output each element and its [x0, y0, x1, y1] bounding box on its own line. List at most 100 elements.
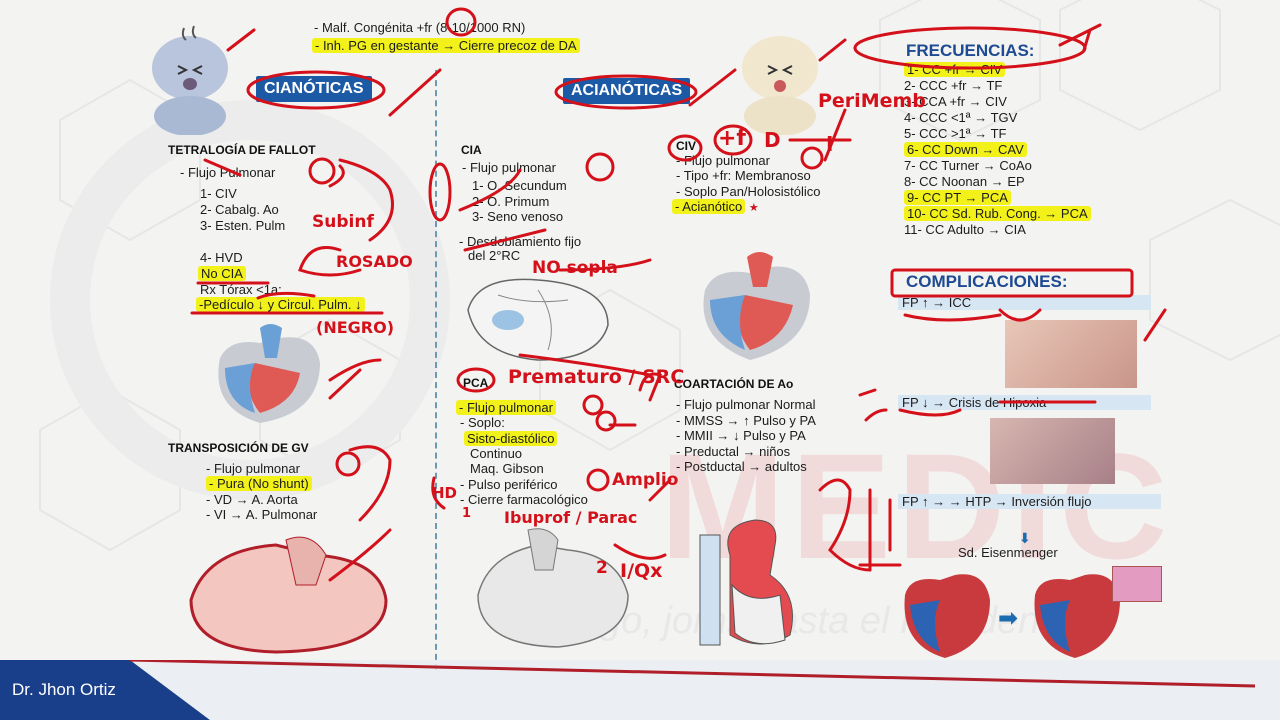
ink-one: 1	[462, 506, 472, 521]
pca-sisto-text: Sisto-diastólico	[464, 431, 558, 446]
top-line-2-text: - Inh. PG en gestante → Cierre precoz de…	[312, 38, 580, 53]
tf-pediculo: -Pedículo ↓ y Circul. Pulm. ↓	[196, 297, 365, 312]
tgv-vd: - VD → A. Aorta	[206, 492, 298, 507]
tf-item-2: 2- Cabalg. Ao	[200, 202, 279, 217]
top-line-1: - Malf. Congénita +fr (8-10/1000 RN)	[314, 20, 526, 35]
star-icon: ★	[748, 201, 759, 214]
freq-item-text: 11- CC Adulto → CIA	[904, 222, 1026, 237]
cia-o2: 2- O. Primum	[472, 194, 550, 209]
eisenmenger-heart-1	[904, 574, 990, 658]
freq-title: FRECUENCIAS:	[906, 41, 1035, 60]
tf-item-3: 3- Esten. Pulm	[200, 218, 286, 233]
ink-prematuro: Prematuro / SRC	[508, 366, 685, 388]
ink-amplio: Amplio	[612, 470, 679, 490]
cyanotic-baby-icon	[152, 25, 228, 135]
tgv-pura: - Pura (No shunt)	[206, 476, 312, 491]
tgv-pura-text: - Pura (No shunt)	[206, 476, 312, 491]
tf-pediculo-text: -Pedículo ↓ y Circul. Pulm. ↓	[196, 297, 365, 312]
coart-flujo: - Flujo pulmonar Normal	[676, 397, 815, 412]
ink-rosado: ROSADO	[336, 252, 413, 271]
tgv-title: TRANSPOSICIÓN DE GV	[168, 441, 309, 455]
freq-item: 7- CC Turner → CoAo	[904, 158, 1091, 174]
freq-item: 11- CC Adulto → CIA	[904, 222, 1091, 238]
heart-pca-sketch	[477, 528, 629, 648]
freq-item: 5- CCC >1ª → TF	[904, 126, 1091, 142]
civ-flujo: - Flujo pulmonar	[676, 153, 770, 168]
ink-iqx: I/Qx	[620, 560, 663, 582]
civ-title: CIV	[676, 139, 697, 153]
cia-title: CIA	[461, 143, 482, 157]
freq-item: 4- CCC <1ª → TGV	[904, 110, 1091, 126]
ink-pf: +f	[718, 126, 747, 151]
ink-d: D	[764, 128, 781, 152]
pca-cierre: - Cierre farmacológico	[460, 492, 588, 507]
ink-i: I	[826, 132, 834, 156]
coart-mmii: - MMII → ↓ Pulso y PA	[676, 428, 806, 443]
tgv-flujo: - Flujo pulmonar	[206, 461, 300, 476]
tf-nocia: No CIA	[198, 266, 246, 281]
pca-gibson: Maq. Gibson	[470, 461, 544, 476]
freq-item-text: 8- CC Noonan → EP	[904, 174, 1025, 189]
coart-postductal: - Postductal → adultos	[676, 459, 807, 474]
freq-item-text: 10- CC Sd. Rub. Cong. → PCA	[904, 206, 1091, 221]
histology-thumbnail	[1112, 566, 1162, 602]
eisenmenger-heart-2	[1034, 574, 1120, 658]
freq-item: 3- CCA +fr → CIV	[904, 94, 1091, 110]
tf-title: TETRALOGÍA DE FALLOT	[168, 143, 316, 157]
tgv-vi: - VI → A. Pulmonar	[206, 507, 318, 522]
cia-flujo: - Flujo pulmonar	[462, 160, 556, 175]
comp-fp1: FP ↑ → ICC	[898, 295, 1151, 310]
heart-tf-illustration	[218, 324, 320, 423]
civ-acian-text: - Acianótico	[672, 199, 746, 214]
comp-fp2: FP ↓ → Crisis de Hipoxia	[898, 395, 1151, 410]
ink-nosopla: NO sopla	[532, 258, 618, 278]
coart-flujo-label: - Flujo pulmonar	[676, 397, 770, 412]
coart-flujo-value: Normal	[773, 397, 816, 412]
coart-preductal: - Preductal → niños	[676, 444, 791, 459]
pca-sisto: Sisto-diastólico	[464, 431, 558, 446]
freq-item: 2- CCC +fr → TF	[904, 78, 1091, 94]
tf-item-1: 1- CIV	[200, 186, 237, 201]
top-line-2: - Inh. PG en gestante → Cierre precoz de…	[312, 38, 580, 53]
comp-fp3: FP ↑ → → HTP → Inversión flujo	[898, 494, 1161, 509]
tf-nocia-text: No CIA	[198, 266, 246, 281]
pca-title: PCA	[463, 376, 489, 390]
heart-cia-sketch	[467, 278, 609, 361]
heart-civ-illustration	[703, 252, 810, 360]
freq-item-text: 4- CCC <1ª → TGV	[904, 110, 1018, 125]
freq-item-text: 1- CC +fr → CIV	[904, 62, 1005, 77]
comp-title: COMPLICACIONES:	[906, 272, 1068, 291]
civ-tipo: - Tipo +fr: Membranoso	[676, 168, 811, 183]
coart-mmss: - MMSS → ↑ Pulso y PA	[676, 413, 816, 428]
civ-soplo: - Soplo Pan/Holosistólico	[676, 184, 821, 199]
heart-tgv-illustration	[189, 536, 388, 654]
footer-presenter-name: Dr. Jhon Ortiz	[12, 680, 116, 699]
cia-o3: 3- Seno venoso	[472, 209, 564, 224]
acyanotic-baby-icon	[742, 36, 818, 135]
freq-item: 10- CC Sd. Rub. Cong. → PCA	[904, 206, 1091, 222]
ink-negro: (NEGRO)	[316, 318, 394, 337]
pca-soplo: - Soplo:	[460, 415, 505, 430]
freq-item-text: 7- CC Turner → CoAo	[904, 158, 1032, 173]
ink-two: 2	[596, 558, 608, 578]
ink-subinf: Subinf	[312, 212, 374, 232]
heart-coart-illustration	[699, 519, 793, 646]
coart-title: COARTACIÓN DE Ao	[674, 377, 794, 391]
acianoticas-tag: ACIANÓTICAS	[563, 78, 691, 104]
footer-bar	[0, 660, 1280, 720]
cianoticas-tag: CIANÓTICAS	[256, 76, 372, 102]
freq-item: 1- CC +fr → CIV	[904, 62, 1091, 78]
cia-o1: 1- O. Secundum	[472, 178, 567, 193]
ink-perimemb: PeriMemb	[818, 90, 926, 112]
pca-pulso: - Pulso periférico	[460, 477, 558, 492]
freq-item: 6- CC Down → CAV	[904, 142, 1091, 158]
eisenmenger-arrow: ➡	[998, 605, 1019, 632]
freq-item-text: 9- CC PT → PCA	[904, 190, 1011, 205]
freq-list: 1- CC +fr → CIV 2- CCC +fr → TF 3- CCA +fr…	[904, 62, 1091, 238]
freq-item: 9- CC PT → PCA	[904, 190, 1091, 206]
pca-continuo: Continuo	[470, 446, 523, 461]
tf-rx: Rx Tórax <1a:	[200, 282, 282, 297]
cia-desd2: del 2°RC	[468, 248, 521, 263]
pca-flujo: - Flujo pulmonar	[456, 400, 556, 415]
freq-item: 8- CC Noonan → EP	[904, 174, 1091, 190]
